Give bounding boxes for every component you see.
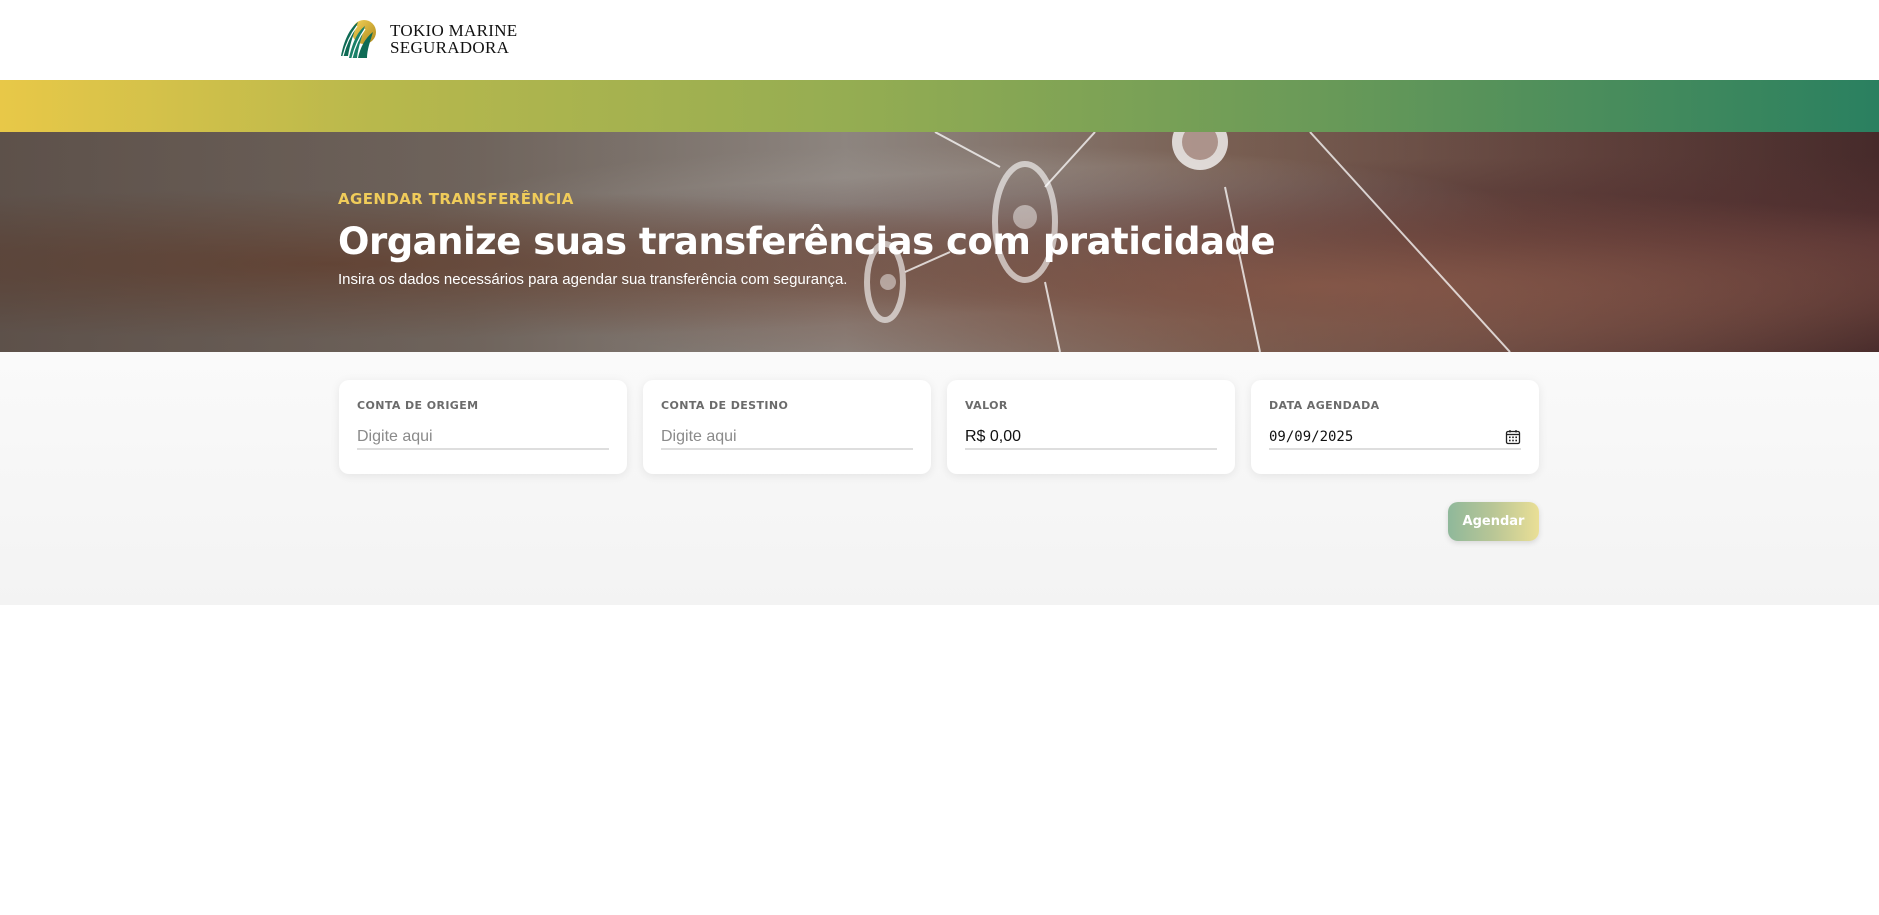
brand-name-line1: TOKIO MARINE xyxy=(390,21,518,40)
origin-account-field-wrapper xyxy=(357,425,609,450)
destination-account-card: CONTA DE DESTINO xyxy=(643,380,931,474)
amount-input[interactable] xyxy=(965,427,1217,446)
tokio-marine-logo-icon xyxy=(341,20,376,59)
origin-account-input[interactable] xyxy=(357,427,609,446)
origin-account-label: CONTA DE ORIGEM xyxy=(357,399,479,412)
hero-banner: AGENDAR TRANSFERÊNCIA Organize suas tran… xyxy=(0,132,1879,352)
hero-content: AGENDAR TRANSFERÊNCIA Organize suas tran… xyxy=(338,190,1276,288)
destination-account-input[interactable] xyxy=(661,427,913,446)
top-header: TOKIO MARINE SEGURADORA xyxy=(0,0,1879,80)
form-fields: CONTA DE ORIGEM CONTA DE DESTINO VALOR D… xyxy=(339,380,1539,474)
schedule-button[interactable]: Agendar xyxy=(1448,502,1539,541)
scheduled-date-card: DATA AGENDADA 09/09/2025 xyxy=(1251,380,1539,474)
page-title: Organize suas transferências com pratici… xyxy=(338,220,1276,263)
amount-field-wrapper xyxy=(965,425,1217,450)
brand-logo[interactable]: TOKIO MARINE SEGURADORA xyxy=(338,18,517,60)
brand-name: TOKIO MARINE SEGURADORA xyxy=(390,22,517,56)
origin-account-card: CONTA DE ORIGEM xyxy=(339,380,627,474)
gradient-band xyxy=(0,80,1879,132)
scheduled-date-value[interactable]: 09/09/2025 xyxy=(1269,429,1353,445)
scheduled-date-field[interactable]: 09/09/2025 xyxy=(1269,425,1521,450)
destination-account-field-wrapper xyxy=(661,425,913,450)
scheduled-date-label: DATA AGENDADA xyxy=(1269,399,1380,412)
destination-account-label: CONTA DE DESTINO xyxy=(661,399,789,412)
calendar-icon[interactable] xyxy=(1505,429,1521,445)
transfer-form: CONTA DE ORIGEM CONTA DE DESTINO VALOR D… xyxy=(0,352,1879,605)
brand-name-line2: SEGURADORA xyxy=(390,38,510,57)
amount-card: VALOR xyxy=(947,380,1235,474)
amount-label: VALOR xyxy=(965,399,1008,412)
hero-eyebrow: AGENDAR TRANSFERÊNCIA xyxy=(338,190,574,208)
page-subtitle: Insira os dados necessários para agendar… xyxy=(338,271,848,288)
